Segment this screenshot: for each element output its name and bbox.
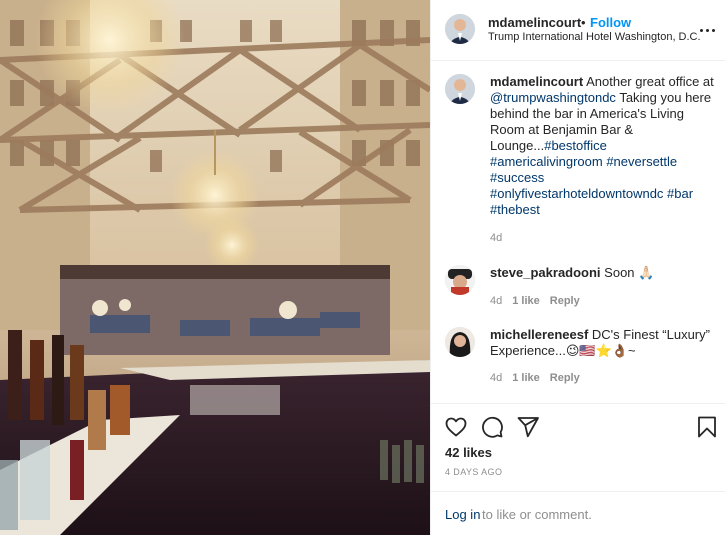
post-actions: 42 likes 4 DAYS AGO Log in to like or co… xyxy=(431,403,725,535)
comment-text: steve_pakradooni Soon 🙏🏻 xyxy=(490,265,715,281)
login-prompt-text: to like or comment. xyxy=(482,507,592,522)
share-icon[interactable] xyxy=(516,415,540,439)
comment-item: michellereneesf DC's Finest “Luxury” Exp… xyxy=(431,327,725,387)
reply-button[interactable]: Reply xyxy=(550,372,580,384)
caption-avatar[interactable] xyxy=(445,74,475,104)
author-username[interactable]: mdamelincourt xyxy=(488,15,581,30)
comment-meta: 4d 1 like Reply xyxy=(490,295,580,307)
caption-mention[interactable]: @trumpwashingtondc xyxy=(490,90,616,105)
caption-body-1: Another great office at xyxy=(586,74,714,89)
login-link[interactable]: Log in xyxy=(445,507,480,522)
reply-button[interactable]: Reply xyxy=(550,295,580,307)
comment-age: 4d xyxy=(490,295,503,307)
follow-button[interactable]: Follow xyxy=(590,15,631,30)
post-location[interactable]: Trump International Hotel Washington, D.… xyxy=(488,31,701,43)
like-count[interactable]: 42 likes xyxy=(445,445,492,460)
login-prompt: Log in to like or comment. xyxy=(431,491,725,535)
post-header: mdamelincourt • Follow Trump Internation… xyxy=(431,0,725,61)
caption-age: 4d xyxy=(490,232,503,244)
comment-meta: 4d 1 like Reply xyxy=(490,372,580,384)
hotel-atrium-image xyxy=(0,0,430,535)
caption-username[interactable]: mdamelincourt xyxy=(490,74,583,89)
commenter-avatar[interactable] xyxy=(445,327,475,357)
more-options-icon[interactable] xyxy=(700,20,716,40)
post-photo[interactable] xyxy=(0,0,430,535)
comment-username[interactable]: michellereneesf xyxy=(490,327,588,342)
comment-body: Soon 🙏🏻 xyxy=(604,265,655,280)
heart-icon[interactable] xyxy=(444,415,468,439)
post-details-panel: mdamelincourt • Follow Trump Internation… xyxy=(430,0,725,535)
comment-age: 4d xyxy=(490,372,503,384)
bookmark-icon[interactable] xyxy=(695,415,719,439)
comment-text: michellereneesf DC's Finest “Luxury” Exp… xyxy=(490,327,715,359)
comment-username[interactable]: steve_pakradooni xyxy=(490,265,601,280)
comment-item: steve_pakradooni Soon 🙏🏻 4d 1 like Reply xyxy=(431,265,725,315)
comment-icon[interactable] xyxy=(480,415,504,439)
comment-likes[interactable]: 1 like xyxy=(512,372,540,384)
caption-text: mdamelincourt Another great office at @t… xyxy=(490,74,715,218)
author-avatar[interactable] xyxy=(445,14,475,44)
comment-likes[interactable]: 1 like xyxy=(512,295,540,307)
post-date: 4 DAYS AGO xyxy=(445,467,503,477)
comments-section: mdamelincourt Another great office at @t… xyxy=(431,62,725,402)
caption: mdamelincourt Another great office at @t… xyxy=(431,74,725,254)
header-separator: • xyxy=(581,15,586,30)
commenter-avatar[interactable] xyxy=(445,265,475,295)
